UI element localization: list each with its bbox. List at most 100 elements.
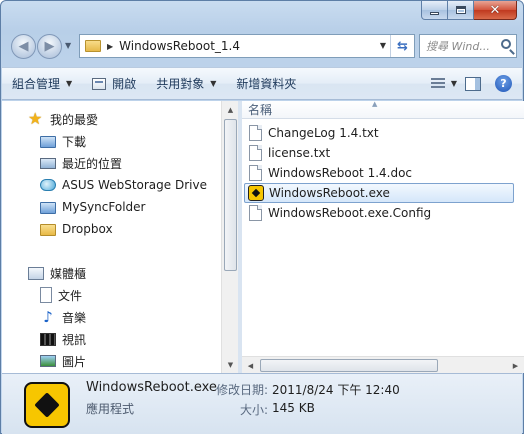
library-icon (28, 266, 44, 280)
film-icon (40, 332, 56, 346)
organize-label: 組合管理 (12, 77, 61, 91)
minimize-button[interactable] (421, 1, 448, 20)
nav-item-label: 視訊 (62, 332, 87, 347)
details-modified-label: 修改日期: (216, 383, 269, 397)
nav-pane-scrollbar[interactable]: ▲ ▼ (221, 101, 238, 373)
star-icon: ★ (28, 109, 43, 128)
nav-item-downloads[interactable]: 下載 (40, 131, 86, 151)
details-size-label: 大小: (240, 403, 269, 417)
text-file-icon (249, 145, 262, 161)
details-size-value: 145 KB (272, 401, 315, 415)
text-file-icon (249, 125, 262, 141)
new-folder-label: 新增資料夾 (236, 77, 297, 91)
nav-item-label: 最近的位置 (62, 156, 123, 171)
maximize-button[interactable] (448, 1, 474, 20)
file-row[interactable]: license.txt (244, 143, 514, 163)
nav-item-label: 文件 (58, 288, 83, 303)
navigation-pane: ★ 我的最愛 下載 最近的位置 ASUS WebStorage Drive My… (2, 101, 238, 373)
nav-libraries[interactable]: 媒體櫃 (28, 263, 86, 283)
caption-buttons: ✕ (421, 1, 517, 20)
views-icon[interactable] (430, 77, 445, 90)
open-window-icon (92, 77, 107, 90)
open-button[interactable]: 開啟 (82, 72, 146, 96)
scroll-thumb[interactable] (260, 359, 438, 372)
breadcrumb-chevron-icon[interactable]: ▶ (107, 42, 113, 51)
nav-item-label: 音樂 (62, 310, 87, 325)
chevron-down-icon: ▼ (210, 79, 217, 88)
chevron-down-icon: ▼ (66, 79, 73, 88)
back-arrow-icon: ◀ (18, 39, 29, 54)
file-name: WindowsReboot.exe.Config (268, 206, 432, 220)
document-icon (40, 287, 52, 303)
picture-icon (40, 355, 56, 367)
file-list-horizontal-scrollbar[interactable]: ◀ ▶ (242, 356, 524, 373)
navigation-bar: ◀ ▶ ▼ ▶ WindowsReboot_1.4 ▼ ⇆ 搜尋 Wind... (9, 33, 517, 59)
details-file-name: WindowsReboot.exe (86, 380, 217, 395)
nav-item-documents[interactable]: 文件 (40, 285, 82, 305)
refresh-icon: ⇆ (397, 38, 408, 54)
scroll-down-icon[interactable]: ▼ (222, 356, 239, 373)
share-with-button[interactable]: 共用對象 ▼ (146, 72, 226, 96)
column-header-name[interactable]: ▲ 名稱 (242, 100, 524, 119)
nav-item-pictures[interactable]: 圖片 (40, 351, 86, 371)
view-controls: ▼ ? (430, 75, 522, 92)
nav-item-label: ASUS WebStorage Drive (62, 178, 207, 192)
refresh-button[interactable]: ⇆ (390, 35, 414, 57)
nav-item-dropbox[interactable]: Dropbox (40, 219, 113, 239)
text-file-icon (249, 165, 262, 181)
text-file-icon (249, 205, 262, 221)
search-icon[interactable] (501, 39, 511, 49)
file-name: license.txt (268, 146, 331, 160)
file-row-selected[interactable]: WindowsReboot.exe (244, 183, 514, 203)
nav-item-label: 圖片 (62, 354, 87, 369)
organize-button[interactable]: 組合管理 ▼ (2, 72, 82, 96)
minimize-icon (430, 11, 439, 15)
scroll-right-icon[interactable]: ▶ (507, 357, 524, 374)
webstorage-icon (40, 179, 56, 191)
close-button[interactable]: ✕ (474, 1, 517, 20)
folder-icon (40, 224, 56, 236)
open-label: 開啟 (112, 77, 137, 91)
address-dropdown-icon[interactable]: ▼ (380, 41, 386, 50)
nav-item-asus-webstorage[interactable]: ASUS WebStorage Drive (40, 175, 207, 195)
scroll-left-icon[interactable]: ◀ (242, 357, 259, 374)
help-icon[interactable]: ? (495, 75, 512, 92)
sort-ascending-icon: ▲ (372, 100, 378, 108)
nav-item-music[interactable]: ♪ 音樂 (40, 307, 86, 327)
file-name: WindowsReboot.exe (269, 186, 390, 200)
breadcrumb-current-folder[interactable]: WindowsReboot_1.4 (119, 39, 240, 53)
details-pane: WindowsReboot.exe 應用程式 修改日期: 2011/8/24 下… (2, 373, 522, 434)
column-header-label: 名稱 (248, 103, 273, 117)
nav-item-recent-places[interactable]: 最近的位置 (40, 153, 122, 173)
views-dropdown-icon[interactable]: ▼ (451, 79, 457, 88)
maximize-icon (455, 6, 466, 14)
exe-large-icon (24, 382, 70, 428)
preview-pane-icon[interactable] (465, 76, 481, 91)
file-row[interactable]: WindowsReboot 1.4.doc (244, 163, 514, 183)
details-modified-value: 2011/8/24 下午 12:40 (272, 383, 400, 397)
nav-item-label: MySyncFolder (62, 200, 146, 214)
search-placeholder: 搜尋 Wind... (426, 40, 490, 53)
address-bar[interactable]: ▶ WindowsReboot_1.4 ▼ ⇆ (79, 34, 415, 58)
search-input[interactable]: 搜尋 Wind... (419, 34, 517, 58)
new-folder-button[interactable]: 新增資料夾 (226, 72, 306, 96)
recent-pages-dropdown[interactable]: ▼ (65, 41, 71, 50)
file-name: ChangeLog 1.4.txt (268, 126, 379, 140)
file-list-pane: ▲ 名稱 ChangeLog 1.4.txt license.txt Windo… (242, 100, 524, 373)
recent-places-icon (40, 157, 56, 169)
nav-libraries-label: 媒體櫃 (50, 266, 87, 281)
nav-item-mysyncfolder[interactable]: MySyncFolder (40, 197, 145, 217)
folder-icon (85, 40, 101, 52)
details-file-type: 應用程式 (86, 402, 135, 416)
file-row[interactable]: WindowsReboot.exe.Config (244, 203, 514, 223)
back-button[interactable]: ◀ (11, 34, 36, 59)
nav-item-label: Dropbox (62, 222, 113, 236)
scroll-up-icon[interactable]: ▲ (222, 101, 239, 118)
scroll-thumb[interactable] (224, 119, 237, 271)
nav-item-videos[interactable]: 視訊 (40, 329, 86, 349)
forward-button[interactable]: ▶ (37, 34, 62, 59)
command-bar: 組合管理 ▼ 開啟 共用對象 ▼ 新增資料夾 ▼ ? (2, 67, 522, 100)
file-row[interactable]: ChangeLog 1.4.txt (244, 123, 514, 143)
nav-favorites[interactable]: ★ 我的最愛 (28, 109, 98, 129)
nav-favorites-label: 我的最愛 (50, 112, 99, 127)
